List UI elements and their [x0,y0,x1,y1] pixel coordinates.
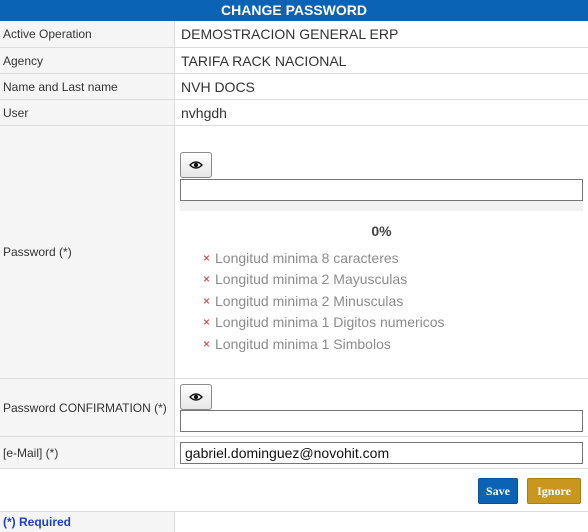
rule-text: Longitud minima 1 Simbolos [215,336,391,352]
password-confirmation-input[interactable] [180,410,583,432]
rule-text: Longitud minima 8 caracteres [215,250,399,266]
required-note: (*) Required [3,515,72,529]
fail-mark-icon: × [203,251,211,265]
rule-text: Longitud minima 2 Minusculas [215,293,404,309]
password-input[interactable] [180,179,583,201]
active-operation-label: Active Operation [0,21,175,47]
save-button[interactable]: Save [478,478,518,504]
rule-min-uppercase: × Longitud minima 2 Mayusculas [203,271,407,287]
email-label: [e-Mail] (*) [0,437,175,468]
fail-mark-icon: × [203,272,211,286]
fail-mark-icon: × [203,315,211,329]
row-active-operation: Active Operation DEMOSTRACION GENERAL ER… [0,21,588,48]
password-confirmation-label: Password CONFIRMATION (*) [0,379,175,436]
password-strength-bar [180,201,583,211]
rule-min-length: × Longitud minima 8 caracteres [203,250,399,266]
active-operation-value: DEMOSTRACION GENERAL ERP [181,26,399,42]
ignore-button[interactable]: Ignore [527,478,581,504]
rule-text: Longitud minima 2 Mayusculas [215,271,408,287]
fail-mark-icon: × [203,337,211,351]
email-input[interactable] [180,442,583,464]
password-label: Password (*) [0,126,175,378]
row-footer [0,512,588,532]
form-title: CHANGE PASSWORD [0,0,588,21]
row-agency: Agency TARIFA RACK NACIONAL [0,48,588,74]
fail-mark-icon: × [203,294,211,308]
agency-value: TARIFA RACK NACIONAL [181,52,347,69]
rule-min-symbols: × Longitud minima 1 Simbolos [203,336,391,352]
name-value: NVH DOCS [181,78,255,95]
user-value: nvhgdh [181,104,227,121]
password-strength-percent: 0% [371,223,392,239]
name-label: Name and Last name [0,74,175,99]
user-label: User [0,100,175,125]
password-visibility-button[interactable] [180,152,212,178]
row-name: Name and Last name NVH DOCS [0,74,588,100]
rule-text: Longitud minima 1 Digitos numericos [215,314,445,330]
eye-icon [189,393,203,401]
confirmation-visibility-button[interactable] [180,384,212,410]
agency-label: Agency [0,48,175,73]
rule-min-digits: × Longitud minima 1 Digitos numericos [203,314,445,330]
eye-icon [189,161,203,169]
row-user: User nvhgdh [0,100,588,126]
rule-min-lowercase: × Longitud minima 2 Minusculas [203,293,403,309]
change-password-form: CHANGE PASSWORD Active Operation DEMOSTR… [0,0,588,532]
